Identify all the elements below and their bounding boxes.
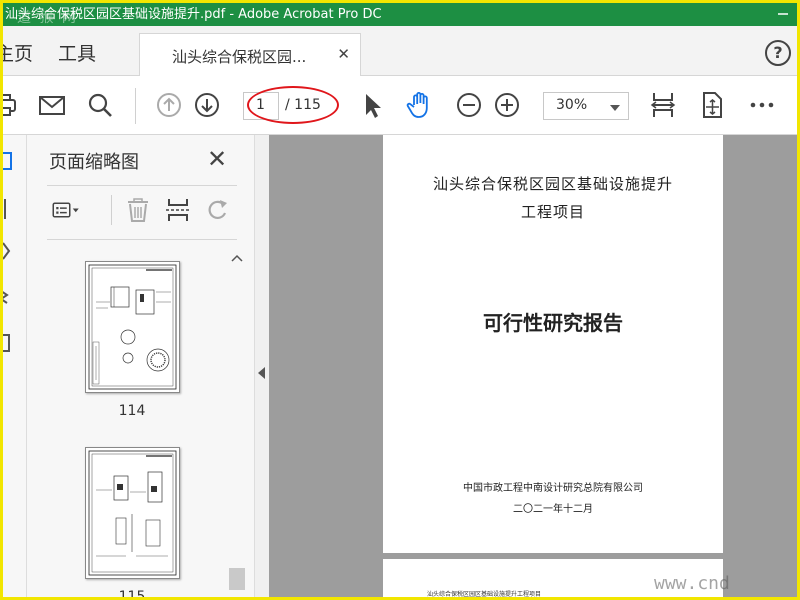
chevron-left-icon [258,367,265,379]
help-button[interactable]: ? [765,40,791,66]
zoom-in-icon[interactable] [492,90,522,120]
attachment-icon[interactable] [3,239,15,263]
layers-icon[interactable] [3,285,15,309]
rotate-page-icon[interactable] [203,197,233,223]
minimize-icon [778,13,788,15]
panel-divider [47,185,237,186]
document-tab-label: 汕头综合保税区园... [172,48,307,66]
thumbnail-label: 114 [118,403,146,419]
document-main-title: 可行性研究报告 [483,311,623,335]
watermark-top: 道 猴 网 [17,10,78,26]
zoom-value: 30% [556,97,588,113]
document-title-line1: 汕头综合保税区园区基础设施提升 [432,175,673,193]
page-header: 汕头综合保税区园区基础设施提升工程项目 [427,591,542,597]
scrollbar-thumb[interactable] [229,568,245,590]
highlight-oval-annotation [247,86,339,124]
window-title-bar: 汕头综合保税区园区基础设施提升.pdf - Adobe Acrobat Pro … [3,3,797,26]
tab-bar: 主页 工具 汕头综合保税区园... ✕ ? [3,26,797,76]
thumbnail-options-icon[interactable] [51,197,81,223]
tab-tools[interactable]: 工具 [58,39,96,66]
close-panel-icon[interactable]: ✕ [207,145,227,173]
zoom-out-icon[interactable] [454,90,484,120]
thumbnail-scrollbar[interactable] [227,250,247,597]
page-thumbnail-114[interactable] [85,261,180,393]
page-thumbnails-panel: 页面缩略图 ✕ 114 115 [27,135,255,597]
page-up-icon[interactable] [154,90,184,120]
chevron-down-icon [610,105,620,111]
more-icon[interactable] [747,90,777,120]
tab-home[interactable]: 主页 [3,39,33,66]
email-icon[interactable] [37,90,67,120]
watermark-bottom: www.cnd [654,573,730,594]
toolbar-separator [135,88,136,124]
search-icon[interactable] [85,90,115,120]
document-page-1: 汕头综合保税区园区基础设施提升 工程项目 可行性研究报告 中国市政工程中南设计研… [383,135,723,553]
document-title-line2: 工程项目 [520,203,585,221]
thumbnail-label: 115 [118,589,146,597]
chevron-up-icon[interactable] [231,254,243,262]
page-down-icon[interactable] [192,90,222,120]
page-thumbnails-icon[interactable] [3,151,15,173]
full-screen-icon[interactable] [697,90,727,120]
thumbnail-drawing [88,450,177,576]
close-tab-icon[interactable]: ✕ [337,45,350,63]
zoom-select[interactable]: 30% [543,92,629,120]
page-thumbnail-115[interactable] [85,447,180,579]
fit-page-icon[interactable] [648,90,678,120]
hand-icon[interactable] [405,90,435,120]
collapse-panel-handle[interactable] [255,135,269,597]
bookmark-icon[interactable] [3,197,15,221]
extract-page-icon[interactable] [163,197,193,223]
document-view[interactable]: 汕头综合保税区园区基础设施提升 工程项目 可行性研究报告 中国市政工程中南设计研… [269,135,797,597]
panel-divider [47,239,237,240]
panel-title: 页面缩略图 [49,152,139,173]
document-organization: 中国市政工程中南设计研究总院有限公司 [463,483,643,494]
signature-icon[interactable] [3,331,15,355]
minimize-button[interactable] [768,3,797,26]
tab-document[interactable]: 汕头综合保税区园... ✕ [139,33,361,76]
thumbnail-drawing [88,264,177,390]
panel-separator [111,195,112,225]
select-arrow-icon[interactable] [357,90,387,120]
print-icon[interactable] [3,90,19,120]
toolbar: 1 / 115 30% [3,76,797,135]
document-date: 二〇二一年十二月 [513,504,593,515]
delete-page-icon[interactable] [123,197,153,223]
navigation-pane-strip [3,135,27,597]
